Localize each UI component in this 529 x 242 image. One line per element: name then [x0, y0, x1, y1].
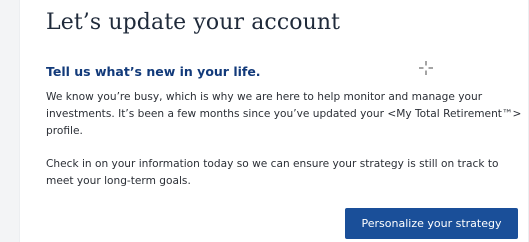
personalize-strategy-button[interactable]: Personalize your strategy	[345, 208, 518, 239]
intro-paragraph: We know you’re busy, which is why we are…	[46, 91, 522, 137]
card-subtitle: Tell us what’s new in your life.	[46, 64, 261, 79]
check-in-paragraph: Check in on your information today so we…	[46, 158, 499, 187]
crosshair-cursor-icon	[419, 60, 433, 75]
account-update-card: Let’s update your account Tell us what’s…	[20, 0, 528, 242]
card-title: Let’s update your account	[46, 10, 341, 35]
